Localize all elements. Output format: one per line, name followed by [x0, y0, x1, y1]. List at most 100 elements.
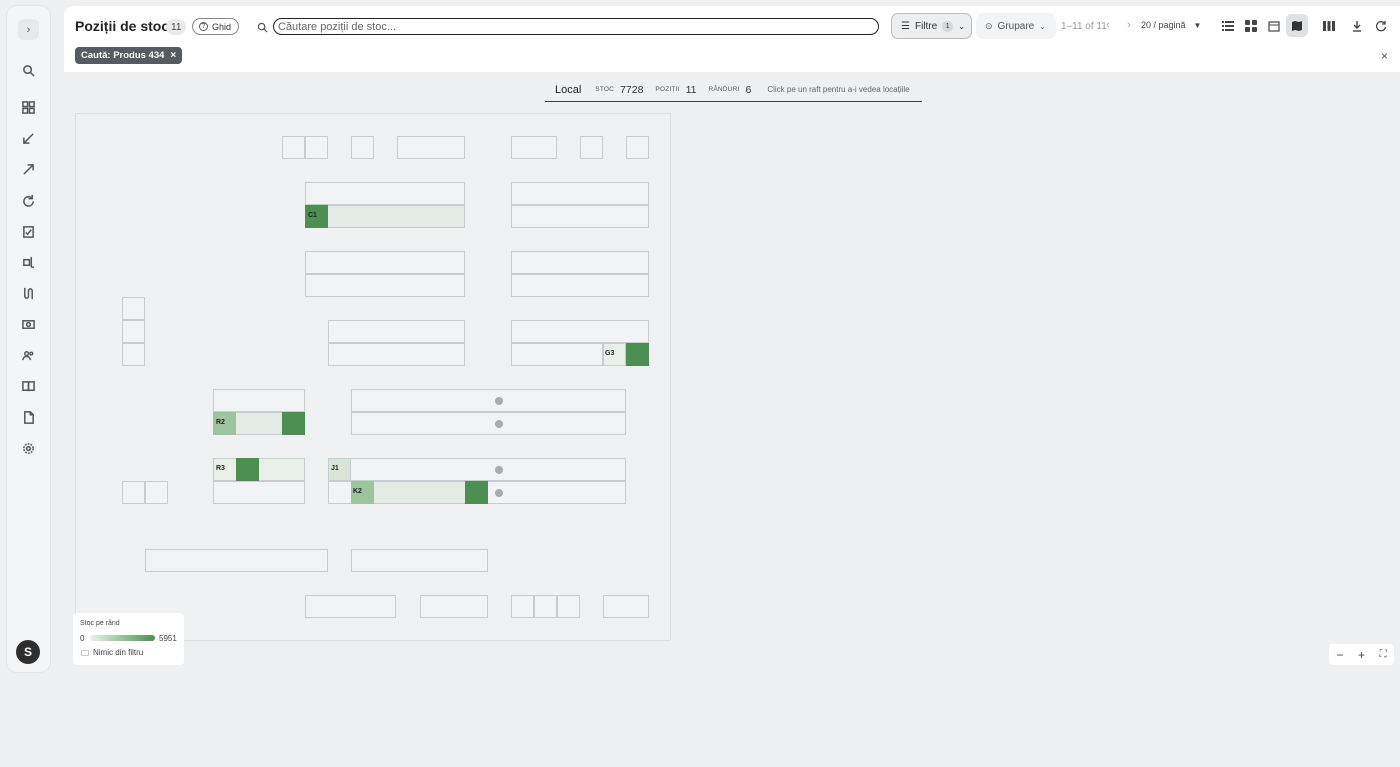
- shelf-row[interactable]: [511, 205, 649, 228]
- shelf-row[interactable]: [328, 320, 465, 343]
- shelf-r3-slot[interactable]: [236, 458, 259, 481]
- close-icon[interactable]: ×: [1381, 49, 1388, 63]
- map-slot[interactable]: [305, 136, 328, 159]
- warehouse-map[interactable]: C1 G3 R2 R3 J1 K2: [75, 113, 671, 641]
- zoom-controls: − + ⛶: [1329, 644, 1394, 665]
- map-info-bar: Local STOC 7728 POZIȚII 11 RÂNDURI 6 Cli…: [545, 78, 922, 102]
- expand-sidebar-button[interactable]: ›: [18, 19, 39, 40]
- positions-value: 11: [685, 83, 697, 96]
- page-title: Poziții de stoc: [75, 18, 170, 34]
- shelf-row[interactable]: [351, 389, 626, 412]
- shelf-row[interactable]: [511, 320, 649, 343]
- map-slot[interactable]: [122, 343, 145, 366]
- refresh-button[interactable]: [1370, 14, 1392, 37]
- map-slot[interactable]: [351, 136, 374, 159]
- guide-label: Ghid: [212, 21, 232, 32]
- inbound-icon[interactable]: [20, 130, 37, 147]
- group-button[interactable]: ⊙ Grupare ⌄: [976, 13, 1056, 39]
- refresh-icon: [1375, 20, 1387, 31]
- previous-page-button[interactable]: ‹: [1106, 19, 1110, 31]
- shelf-label-r3: R3: [216, 465, 225, 472]
- calendar-view-button[interactable]: [1263, 14, 1285, 37]
- map-slot[interactable]: [557, 595, 580, 618]
- map-slot[interactable]: [305, 595, 396, 618]
- shelf-row[interactable]: [305, 251, 465, 274]
- result-count-badge: 11: [166, 19, 187, 35]
- shelf-g3-slot[interactable]: [626, 343, 649, 366]
- route-icon[interactable]: [20, 285, 37, 302]
- map-slot[interactable]: [511, 136, 557, 159]
- shelf-r2-slot[interactable]: [282, 412, 305, 435]
- shelf-row[interactable]: [213, 481, 305, 504]
- shelf-row[interactable]: [328, 343, 465, 366]
- remove-filter-icon[interactable]: ×: [170, 50, 176, 61]
- map-slot[interactable]: [511, 595, 534, 618]
- rows-value: 6: [745, 83, 752, 96]
- zoom-out-button[interactable]: −: [1336, 648, 1343, 662]
- shelf-row[interactable]: [511, 343, 603, 366]
- clipboard-check-icon[interactable]: [20, 223, 37, 240]
- guide-button[interactable]: ? Ghid: [192, 18, 240, 35]
- fit-to-screen-icon[interactable]: ⛶: [1380, 649, 1387, 660]
- legend-title: Stoc pe rând: [80, 620, 120, 627]
- per-page-select[interactable]: 20 / pagină ▼: [1141, 20, 1201, 30]
- refresh-cycle-icon[interactable]: [20, 192, 37, 209]
- shelf-row[interactable]: [511, 251, 649, 274]
- marker-dot: [495, 489, 503, 497]
- legend-gradient: [90, 635, 155, 641]
- columns-button[interactable]: [1318, 14, 1340, 37]
- list-icon: [1222, 20, 1234, 31]
- shelf-j1[interactable]: [328, 458, 626, 481]
- map-view-button[interactable]: [1286, 14, 1308, 37]
- next-page-button[interactable]: ›: [1127, 19, 1131, 31]
- shelf-label-j1: J1: [331, 465, 339, 472]
- forklift-icon[interactable]: [20, 254, 37, 271]
- shelf-row[interactable]: [305, 182, 465, 205]
- map-slot[interactable]: [626, 136, 649, 159]
- stock-value: 7728: [620, 83, 644, 96]
- download-button[interactable]: [1346, 14, 1368, 37]
- users-icon[interactable]: [20, 347, 37, 364]
- active-filter-chip[interactable]: Caută: Produs 434 ×: [75, 47, 183, 64]
- document-icon[interactable]: [20, 409, 37, 426]
- map-slot[interactable]: [145, 481, 168, 504]
- search-icon[interactable]: [20, 62, 37, 79]
- map-slot[interactable]: [282, 136, 305, 159]
- header-panel: Poziții de stoc 11 ? Ghid ☰ Filtre 1 ⌄ ⊙…: [64, 6, 1400, 72]
- shelf-row[interactable]: [213, 389, 305, 412]
- dashboard-icon[interactable]: [20, 99, 37, 116]
- shelf-row[interactable]: [351, 549, 488, 572]
- book-icon[interactable]: [20, 378, 37, 395]
- shelf-row[interactable]: [351, 412, 626, 435]
- shelf-row[interactable]: [305, 274, 465, 297]
- shelf-row[interactable]: [511, 274, 649, 297]
- map-icon: [1292, 20, 1302, 31]
- shelf-label-r2: R2: [216, 419, 225, 426]
- payments-icon[interactable]: [20, 316, 37, 333]
- map-slot[interactable]: [122, 481, 145, 504]
- filter-chip-label: Caută: Produs 434: [81, 50, 165, 61]
- map-slot[interactable]: [580, 136, 603, 159]
- map-slot[interactable]: [534, 595, 557, 618]
- map-slot[interactable]: [603, 595, 649, 618]
- shelf-row[interactable]: [511, 182, 649, 205]
- outbound-icon[interactable]: [20, 161, 37, 178]
- user-avatar[interactable]: S: [16, 640, 40, 664]
- map-slot[interactable]: [122, 297, 145, 320]
- grid-view-button[interactable]: [1240, 14, 1262, 37]
- map-slot[interactable]: [122, 320, 145, 343]
- list-view-button[interactable]: [1217, 14, 1239, 37]
- filter-button[interactable]: ☰ Filtre 1 ⌄: [891, 13, 972, 39]
- settings-icon[interactable]: [20, 440, 37, 457]
- search-input[interactable]: [273, 18, 879, 35]
- zoom-in-button[interactable]: +: [1358, 648, 1365, 662]
- shelf-r3[interactable]: [213, 458, 305, 481]
- map-slot[interactable]: [397, 136, 465, 159]
- group-icon: ⊙: [985, 20, 993, 31]
- shelf-row[interactable]: [145, 549, 328, 572]
- map-slot[interactable]: [420, 595, 488, 618]
- legend-empty-label: Nimic din filtru: [93, 648, 144, 657]
- pager-range: 1–11 of 11: [1061, 21, 1107, 32]
- shelf-k2-slot[interactable]: [465, 481, 488, 504]
- shelf-c1[interactable]: [305, 205, 465, 228]
